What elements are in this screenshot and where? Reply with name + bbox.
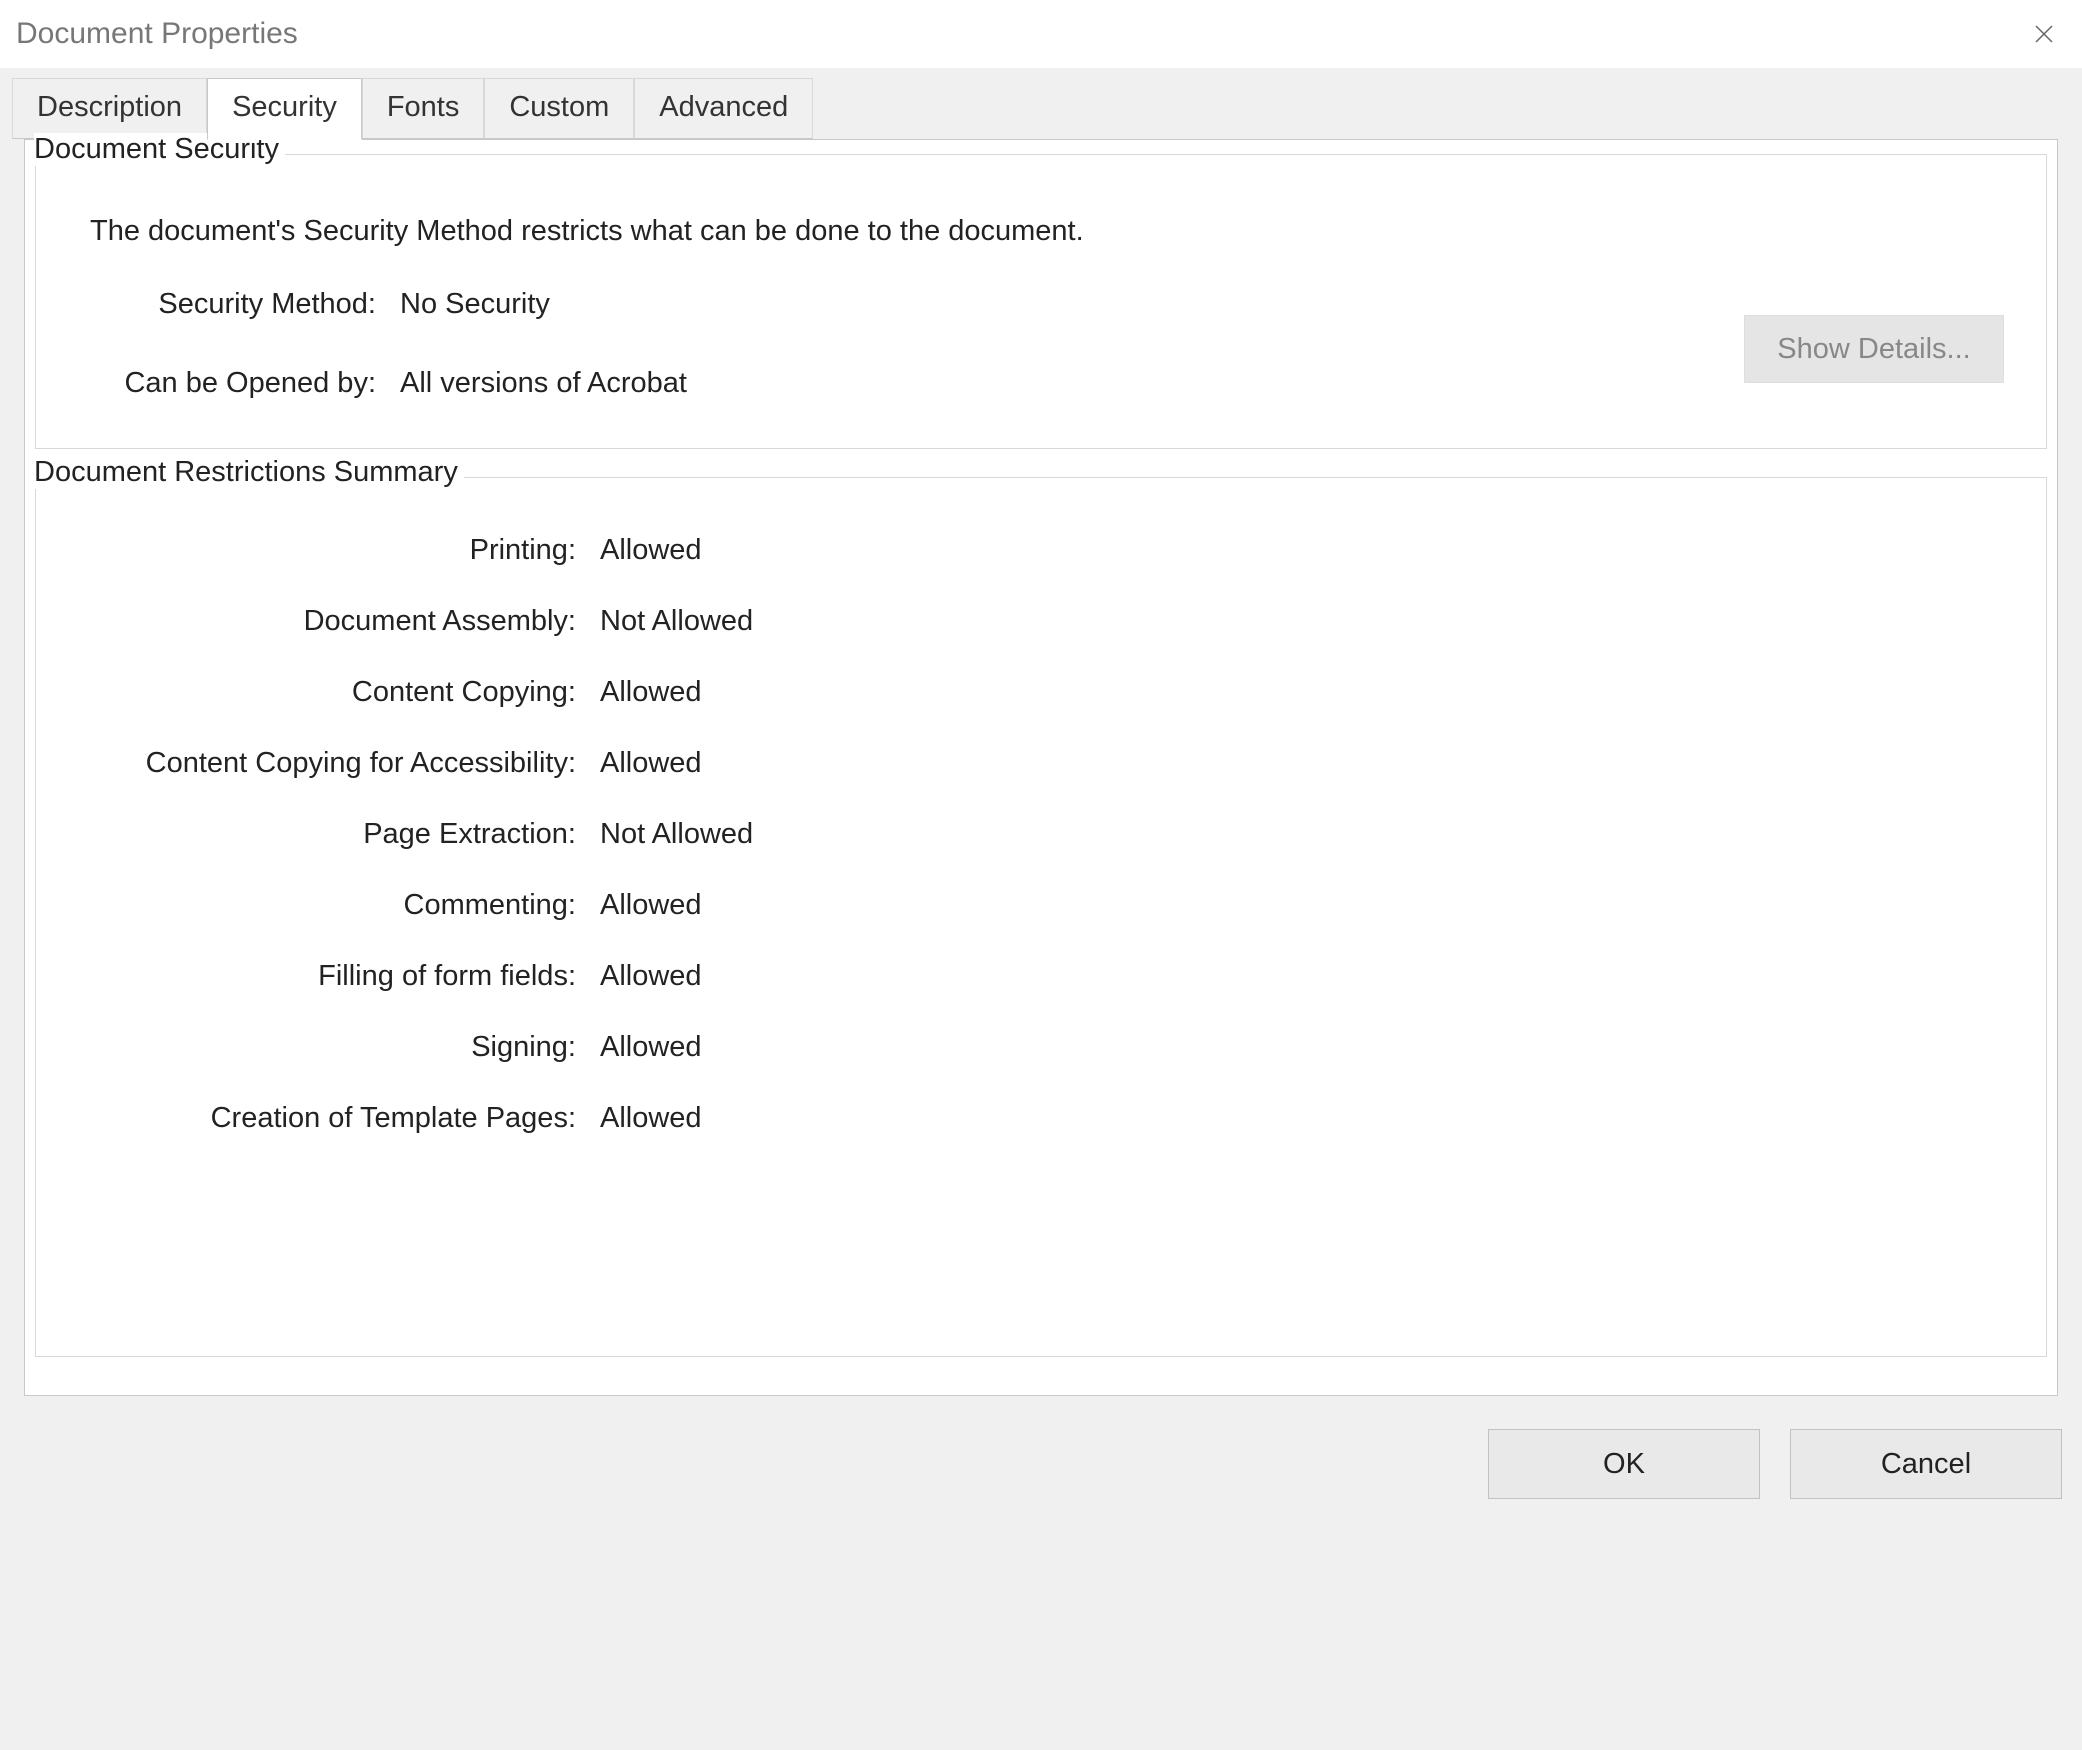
restriction-label: Content Copying for Accessibility: [60,747,600,780]
restriction-label: Commenting: [60,889,600,922]
tab-advanced[interactable]: Advanced [634,78,813,139]
restriction-value: Not Allowed [600,818,753,851]
restriction-label: Document Assembly: [60,605,600,638]
ok-button[interactable]: OK [1488,1429,1760,1499]
security-method-row: Security Method: No Security [60,288,2022,321]
cancel-button[interactable]: Cancel [1790,1429,2062,1499]
restriction-row: Signing: Allowed [60,1031,2022,1064]
restriction-label: Printing: [60,534,600,567]
restriction-label: Page Extraction: [60,818,600,851]
show-details-button: Show Details... [1744,315,2004,383]
opened-by-value: All versions of Acrobat [400,367,687,400]
tab-custom[interactable]: Custom [484,78,634,139]
restrictions-list: Printing: Allowed Document Assembly: Not… [60,534,2022,1135]
security-method-value: No Security [400,288,550,321]
restrictions-legend: Document Restrictions Summary [34,456,464,489]
tabstrip: Description Security Fonts Custom Advanc… [12,78,2070,139]
dialog-footer: OK Cancel [0,1408,2082,1520]
close-icon [2032,22,2056,46]
restriction-row: Page Extraction: Not Allowed [60,818,2022,851]
restriction-label: Creation of Template Pages: [60,1102,600,1135]
restriction-value: Allowed [600,960,702,993]
security-intro-text: The document's Security Method restricts… [90,215,2022,248]
restriction-value: Allowed [600,1031,702,1064]
titlebar: Document Properties [0,0,2082,68]
document-properties-dialog: Document Properties Description Security… [0,0,2082,1750]
restriction-label: Content Copying: [60,676,600,709]
restriction-row: Document Assembly: Not Allowed [60,605,2022,638]
security-method-label: Security Method: [60,288,400,321]
tab-security[interactable]: Security [207,78,362,140]
tab-content: Document Security The document's Securit… [24,139,2058,1396]
opened-by-row: Can be Opened by: All versions of Acroba… [60,367,2022,400]
restriction-value: Allowed [600,676,702,709]
tabstrip-container: Description Security Fonts Custom Advanc… [0,68,2082,1408]
restriction-row: Printing: Allowed [60,534,2022,567]
restriction-row: Content Copying: Allowed [60,676,2022,709]
tab-description[interactable]: Description [12,78,207,139]
restriction-row: Content Copying for Accessibility: Allow… [60,747,2022,780]
window-title: Document Properties [16,17,298,51]
restriction-row: Filling of form fields: Allowed [60,960,2022,993]
document-security-group: Document Security The document's Securit… [35,154,2047,449]
restriction-value: Allowed [600,534,702,567]
restriction-value: Allowed [600,889,702,922]
restriction-row: Commenting: Allowed [60,889,2022,922]
show-details-wrap: Show Details... [1744,315,2004,383]
restriction-value: Allowed [600,747,702,780]
restriction-value: Allowed [600,1102,702,1135]
opened-by-label: Can be Opened by: [60,367,400,400]
restriction-label: Filling of form fields: [60,960,600,993]
tab-fonts[interactable]: Fonts [362,78,485,139]
restriction-value: Not Allowed [600,605,753,638]
close-button[interactable] [2026,16,2062,52]
restriction-label: Signing: [60,1031,600,1064]
restriction-row: Creation of Template Pages: Allowed [60,1102,2022,1135]
restrictions-group: Document Restrictions Summary Printing: … [35,477,2047,1357]
